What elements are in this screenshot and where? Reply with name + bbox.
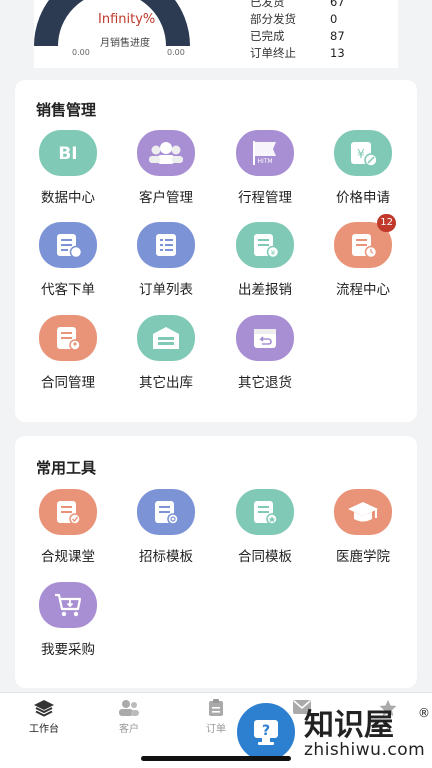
item-label: 出差报销 (238, 282, 292, 298)
watermark-logo: ? (234, 700, 298, 764)
item-label: 合同模板 (238, 549, 292, 565)
order-list-icon (137, 222, 195, 268)
gauge-max: 0.00 (167, 48, 185, 57)
reimburse-icon: ¥ (236, 222, 294, 268)
tab-workbench[interactable]: 工作台 (14, 699, 74, 735)
svg-text:BI: BI (58, 144, 77, 163)
stat-value: 67 (330, 0, 345, 9)
stat-label: 部分发货 (250, 12, 296, 26)
gauge-value: Infinity% (98, 12, 156, 27)
item-label: 流程中心 (336, 282, 390, 298)
watermark-registered: ® (418, 706, 430, 720)
stat-label: 订单终止 (250, 46, 296, 60)
watermark-url: zhishiwu.com (304, 740, 426, 760)
stat-row[interactable]: 已发货 67 (250, 0, 345, 11)
item-label: 其它出库 (139, 375, 193, 391)
watermark-name: 知识屋 (304, 708, 394, 743)
grid-item-contract-management[interactable]: 合同管理 (28, 315, 108, 391)
tab-label: 工作台 (29, 724, 59, 735)
grid-item-other-returns[interactable]: 其它退货 (225, 315, 305, 391)
warehouse-out-icon (137, 315, 195, 361)
stat-label: 已发货 (250, 0, 285, 9)
grid-item-compliance-class[interactable]: 合规课堂 (28, 489, 108, 565)
item-label: 行程管理 (238, 190, 292, 206)
item-label: 客户管理 (139, 190, 193, 206)
stat-row[interactable]: 部分发货 0 (250, 11, 345, 28)
item-label: 我要采购 (41, 642, 95, 658)
svg-text:HITM: HITM (257, 158, 272, 165)
customers-icon (137, 130, 195, 176)
price-icon: ¥ (334, 130, 392, 176)
order-icon (209, 699, 223, 716)
proxy-order-icon (39, 222, 97, 268)
notification-badge: 12 (377, 214, 396, 232)
order-stats: 已发货 67 部分发货 0 已完成 87 订单终止 13 (250, 0, 345, 62)
tab-customer[interactable]: 客户 (99, 699, 159, 735)
cart-icon (39, 582, 97, 628)
grid-item-purchase[interactable]: 我要采购 (28, 582, 108, 658)
item-label: 医鹿学院 (336, 549, 390, 565)
stat-value: 13 (330, 46, 345, 60)
grid-item-other-outbound[interactable]: 其它出库 (126, 315, 206, 391)
stat-value: 87 (330, 29, 345, 43)
tab-label: 订单 (206, 724, 226, 735)
bid-template-icon (137, 489, 195, 535)
stat-value: 0 (330, 12, 338, 26)
stat-label: 已完成 (250, 29, 285, 43)
home-indicator (141, 756, 291, 761)
gauge-min: 0.00 (72, 48, 90, 57)
tab-label: 客户 (119, 724, 139, 735)
item-label: 订单列表 (139, 282, 193, 298)
item-label: 代客下单 (41, 282, 95, 298)
trip-flag-icon: HITM (236, 130, 294, 176)
grid-item-contract-template[interactable]: 合同模板 (225, 489, 305, 565)
tools-section-title: 常用工具 (36, 459, 97, 477)
sales-management-card: 销售管理 BI 数据中心 客户管理 HITM 行程管理 ¥ 价格申请 代客下单 (15, 80, 417, 422)
item-label: 数据中心 (41, 190, 95, 206)
grid-item-yilu-academy[interactable]: 医鹿学院 (323, 489, 403, 565)
bi-icon: BI (39, 130, 97, 176)
customer-icon (119, 700, 139, 716)
compliance-icon (39, 489, 97, 535)
grid-item-customer-management[interactable]: 客户管理 (126, 130, 206, 206)
process-icon: 12 (334, 214, 396, 268)
item-label: 招标模板 (139, 549, 193, 565)
stat-row[interactable]: 已完成 87 (250, 28, 345, 45)
grid-item-trip-management[interactable]: HITM 行程管理 (225, 130, 305, 206)
gauge-subtitle: 月销售进度 (100, 38, 150, 49)
item-label: 合规课堂 (41, 549, 95, 565)
gauge-left-value: 2 (68, 12, 78, 27)
item-label: 其它退货 (238, 375, 292, 391)
academy-icon (334, 489, 392, 535)
grid-item-order-list[interactable]: 订单列表 (126, 222, 206, 298)
contract-template-icon (236, 489, 294, 535)
svg-text:¥: ¥ (271, 249, 276, 257)
grid-item-process-center[interactable]: 12 流程中心 (323, 214, 403, 298)
grid-item-proxy-order[interactable]: 代客下单 (28, 222, 108, 298)
grid-item-travel-reimbursement[interactable]: ¥ 出差报销 (225, 222, 305, 298)
grid-item-data-center[interactable]: BI 数据中心 (28, 130, 108, 206)
sales-section-title: 销售管理 (36, 101, 97, 119)
common-tools-card: 常用工具 合规课堂 招标模板 合同模板 医鹿学院 我要采购 (15, 436, 417, 688)
return-box-icon (236, 315, 294, 361)
item-label: 合同管理 (41, 375, 95, 391)
grid-item-bid-template[interactable]: 招标模板 (126, 489, 206, 565)
grid-item-price-request[interactable]: ¥ 价格申请 (323, 130, 403, 206)
workbench-icon (34, 700, 54, 717)
svg-text:?: ? (262, 723, 270, 739)
svg-text:¥: ¥ (357, 147, 365, 161)
item-label: 价格申请 (336, 190, 390, 206)
stat-row[interactable]: 订单终止 13 (250, 45, 345, 62)
contract-icon (39, 315, 97, 361)
